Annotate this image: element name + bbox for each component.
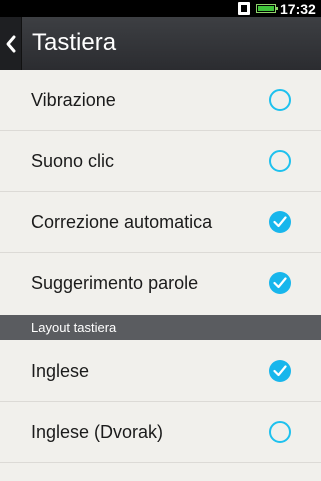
checkbox-unchecked-icon[interactable] [269, 421, 291, 443]
app-bar: Tastiera [0, 17, 321, 70]
setting-label: Vibrazione [31, 90, 116, 110]
setting-suggerimento-parole[interactable]: Suggerimento parole [0, 253, 321, 314]
back-button[interactable] [0, 17, 22, 70]
checkbox-unchecked-icon[interactable] [269, 150, 291, 172]
setting-correzione-automatica[interactable]: Correzione automatica [0, 192, 321, 253]
section-header-label: Layout tastiera [31, 320, 117, 335]
status-time: 17:32 [280, 1, 316, 17]
checkbox-checked-icon[interactable] [269, 211, 291, 233]
battery-icon [256, 4, 278, 13]
setting-suono-clic[interactable]: Suono clic [0, 131, 321, 192]
setting-label: Suono clic [31, 151, 115, 171]
chevron-left-icon [6, 35, 15, 52]
setting-label: Suggerimento parole [31, 273, 199, 293]
checkbox-checked-icon[interactable] [269, 360, 291, 382]
checkbox-checked-icon[interactable] [269, 272, 291, 294]
setting-label: Correzione automatica [31, 212, 213, 232]
layout-inglese-dvorak[interactable]: Inglese (Dvorak) [0, 402, 321, 463]
section-header: Layout tastiera [0, 315, 321, 340]
layout-label: Inglese (Dvorak) [31, 422, 164, 442]
checkbox-unchecked-icon[interactable] [269, 89, 291, 111]
setting-vibrazione[interactable]: Vibrazione [0, 70, 321, 131]
status-bar: 17:32 [0, 0, 321, 17]
layout-label: Inglese [31, 361, 90, 381]
layout-inglese[interactable]: Inglese [0, 341, 321, 402]
sim-card-icon [238, 2, 250, 15]
page-title: Tastiera [32, 29, 117, 56]
